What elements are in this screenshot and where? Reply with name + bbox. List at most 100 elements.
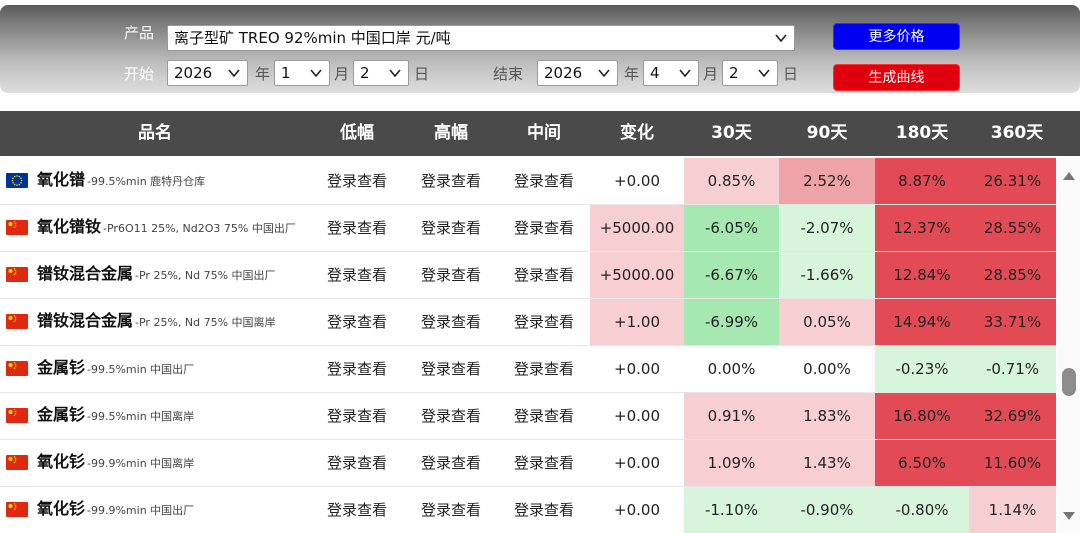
cell-product-name[interactable]: 氧化镨 -99.5%min 鹿特丹仓库 xyxy=(0,158,310,204)
filter-panel: 产品 离子型矿 TREO 92%min 中国口岸 元/吨 开始 2026 年 1… xyxy=(0,5,1080,93)
cell-30d: 0.85% xyxy=(684,158,779,204)
cell-low[interactable]: 登录查看 xyxy=(310,252,404,298)
cell-low[interactable]: 登录查看 xyxy=(310,205,404,251)
cell-change: +5000.00 xyxy=(590,205,684,251)
end-month-unit: 月 xyxy=(703,65,719,83)
cell-high[interactable]: 登录查看 xyxy=(404,487,498,533)
cell-360d: -0.71% xyxy=(969,346,1056,392)
product-spec: -99.5%min 中国离岸 xyxy=(87,410,195,423)
end-label: 结束 xyxy=(493,65,524,83)
cell-mid[interactable]: 登录查看 xyxy=(498,299,590,345)
cell-180d: 16.80% xyxy=(875,393,969,439)
product-name: 氧化镨钕 -Pr6O11 25%, Nd2O3 75% 中国出厂 xyxy=(37,217,296,239)
cell-product-name[interactable]: 金属钐 -99.5%min 中国出厂 xyxy=(0,346,310,392)
product-name-text: 氧化镨 xyxy=(37,170,86,189)
cell-180d: 6.50% xyxy=(875,440,969,486)
cell-high[interactable]: 登录查看 xyxy=(404,205,498,251)
header-low[interactable]: 低幅 xyxy=(310,111,404,156)
cell-mid[interactable]: 登录查看 xyxy=(498,393,590,439)
product-spec: -Pr6O11 25%, Nd2O3 75% 中国出厂 xyxy=(103,222,296,235)
product-name-text: 氧化镨钕 xyxy=(37,217,102,236)
table-row[interactable]: 氧化镨 -99.5%min 鹿特丹仓库 登录查看 登录查看 登录查看 +0.00 0.85%… xyxy=(0,158,1056,205)
cell-high[interactable]: 登录查看 xyxy=(404,158,498,204)
start-day-select[interactable]: 2 xyxy=(353,60,409,86)
end-year-select[interactable]: 2026 xyxy=(537,60,618,86)
more-prices-button[interactable]: 更多价格 xyxy=(833,23,960,50)
table-row[interactable]: 氧化钐 -99.9%min 中国出厂 登录查看 登录查看 登录查看 +0.00 -1.10%… xyxy=(0,487,1056,533)
cell-360d: 28.85% xyxy=(969,252,1056,298)
cell-product-name[interactable]: 镨钕混合金属 -Pr 25%, Nd 75% 中国离岸 xyxy=(0,299,310,345)
product-name: 金属钐 -99.5%min 中国出厂 xyxy=(37,358,194,380)
product-label: 产品 xyxy=(124,24,155,42)
cell-high[interactable]: 登录查看 xyxy=(404,252,498,298)
product-select-value: 离子型矿 TREO 92%min 中国口岸 元/吨 xyxy=(174,29,451,47)
table-row[interactable]: 镨钕混合金属 -Pr 25%, Nd 75% 中国出厂 登录查看 登录查看 登录查看 +5… xyxy=(0,252,1056,299)
cell-product-name[interactable]: 氧化镨钕 -Pr6O11 25%, Nd2O3 75% 中国出厂 xyxy=(0,205,310,251)
cell-90d: 1.43% xyxy=(779,440,875,486)
cell-product-name[interactable]: 氧化钐 -99.9%min 中国离岸 xyxy=(0,440,310,486)
cell-low[interactable]: 登录查看 xyxy=(310,440,404,486)
end-day-value: 2 xyxy=(729,64,739,82)
cell-mid[interactable]: 登录查看 xyxy=(498,487,590,533)
chevron-down-icon xyxy=(227,66,241,80)
cell-mid[interactable]: 登录查看 xyxy=(498,440,590,486)
scroll-down-icon[interactable] xyxy=(1063,506,1075,520)
header-90d[interactable]: 90天 xyxy=(779,111,875,156)
cell-high[interactable]: 登录查看 xyxy=(404,440,498,486)
scroll-up-icon[interactable] xyxy=(1063,166,1075,180)
cell-high[interactable]: 登录查看 xyxy=(404,299,498,345)
cell-low[interactable]: 登录查看 xyxy=(310,158,404,204)
cell-mid[interactable]: 登录查看 xyxy=(498,205,590,251)
header-mid[interactable]: 中间 xyxy=(498,111,590,156)
product-name-text: 镨钕混合金属 xyxy=(37,311,134,330)
cn-flag-icon xyxy=(6,455,28,470)
header-high[interactable]: 高幅 xyxy=(404,111,498,156)
table-row[interactable]: 氧化镨钕 -Pr6O11 25%, Nd2O3 75% 中国出厂 登录查看 登录查看登… xyxy=(0,205,1056,252)
cell-180d: 12.37% xyxy=(875,205,969,251)
header-360d[interactable]: 360天 xyxy=(969,111,1065,156)
cell-high[interactable]: 登录查看 xyxy=(404,346,498,392)
cell-mid[interactable]: 登录查看 xyxy=(498,346,590,392)
header-name[interactable]: 品名 xyxy=(0,111,310,156)
header-change[interactable]: 变化 xyxy=(590,111,684,156)
cell-low[interactable]: 登录查看 xyxy=(310,487,404,533)
cell-low[interactable]: 登录查看 xyxy=(310,393,404,439)
start-year-select[interactable]: 2026 xyxy=(167,60,248,86)
table-row[interactable]: 金属钐 -99.5%min 中国离岸 登录查看 登录查看 登录查看 +0.00 0.91% 1… xyxy=(0,393,1056,440)
table-row[interactable]: 氧化钐 -99.9%min 中国离岸 登录查看 登录查看 登录查看 +0.00 1.09% 1… xyxy=(0,440,1056,487)
generate-curve-button[interactable]: 生成曲线 xyxy=(833,64,960,91)
chevron-down-icon xyxy=(597,66,611,80)
product-select[interactable]: 离子型矿 TREO 92%min 中国口岸 元/吨 xyxy=(167,25,795,51)
cn-flag-icon xyxy=(6,502,28,517)
scrollbar-thumb[interactable] xyxy=(1062,368,1076,396)
table-body: 氧化镨 -99.5%min 鹿特丹仓库 登录查看 登录查看 登录查看 +0.00 0.85%… xyxy=(0,158,1056,533)
cell-mid[interactable]: 登录查看 xyxy=(498,158,590,204)
cell-30d: -6.05% xyxy=(684,205,779,251)
cell-mid[interactable]: 登录查看 xyxy=(498,252,590,298)
cell-30d: 0.91% xyxy=(684,393,779,439)
cell-360d: 26.31% xyxy=(969,158,1056,204)
header-30d[interactable]: 30天 xyxy=(684,111,779,156)
table-header: 品名 低幅 高幅 中间 变化 30天 90天 180天 360天 xyxy=(0,111,1080,156)
end-month-select[interactable]: 4 xyxy=(643,60,699,86)
table-row[interactable]: 镨钕混合金属 -Pr 25%, Nd 75% 中国离岸 登录查看 登录查看 登录查看 +1… xyxy=(0,299,1056,346)
scrollbar[interactable] xyxy=(1058,158,1080,533)
cell-high[interactable]: 登录查看 xyxy=(404,393,498,439)
cell-product-name[interactable]: 镨钕混合金属 -Pr 25%, Nd 75% 中国出厂 xyxy=(0,252,310,298)
cell-90d: -2.07% xyxy=(779,205,875,251)
start-month-select[interactable]: 1 xyxy=(274,60,330,86)
product-spec: -99.5%min 中国出厂 xyxy=(87,363,195,376)
table-row[interactable]: 金属钐 -99.5%min 中国出厂 登录查看 登录查看 登录查看 +0.00 0.00% 0… xyxy=(0,346,1056,393)
cell-low[interactable]: 登录查看 xyxy=(310,346,404,392)
cell-product-name[interactable]: 金属钐 -99.5%min 中国离岸 xyxy=(0,393,310,439)
product-name: 镨钕混合金属 -Pr 25%, Nd 75% 中国出厂 xyxy=(37,264,276,286)
end-day-unit: 日 xyxy=(783,65,799,83)
product-spec: -99.9%min 中国出厂 xyxy=(87,504,195,517)
cell-360d: 28.55% xyxy=(969,205,1056,251)
end-day-select[interactable]: 2 xyxy=(722,60,778,86)
header-180d[interactable]: 180天 xyxy=(875,111,969,156)
cell-360d: 33.71% xyxy=(969,299,1056,345)
cell-product-name[interactable]: 氧化钐 -99.9%min 中国出厂 xyxy=(0,487,310,533)
cell-low[interactable]: 登录查看 xyxy=(310,299,404,345)
cell-30d: -6.99% xyxy=(684,299,779,345)
